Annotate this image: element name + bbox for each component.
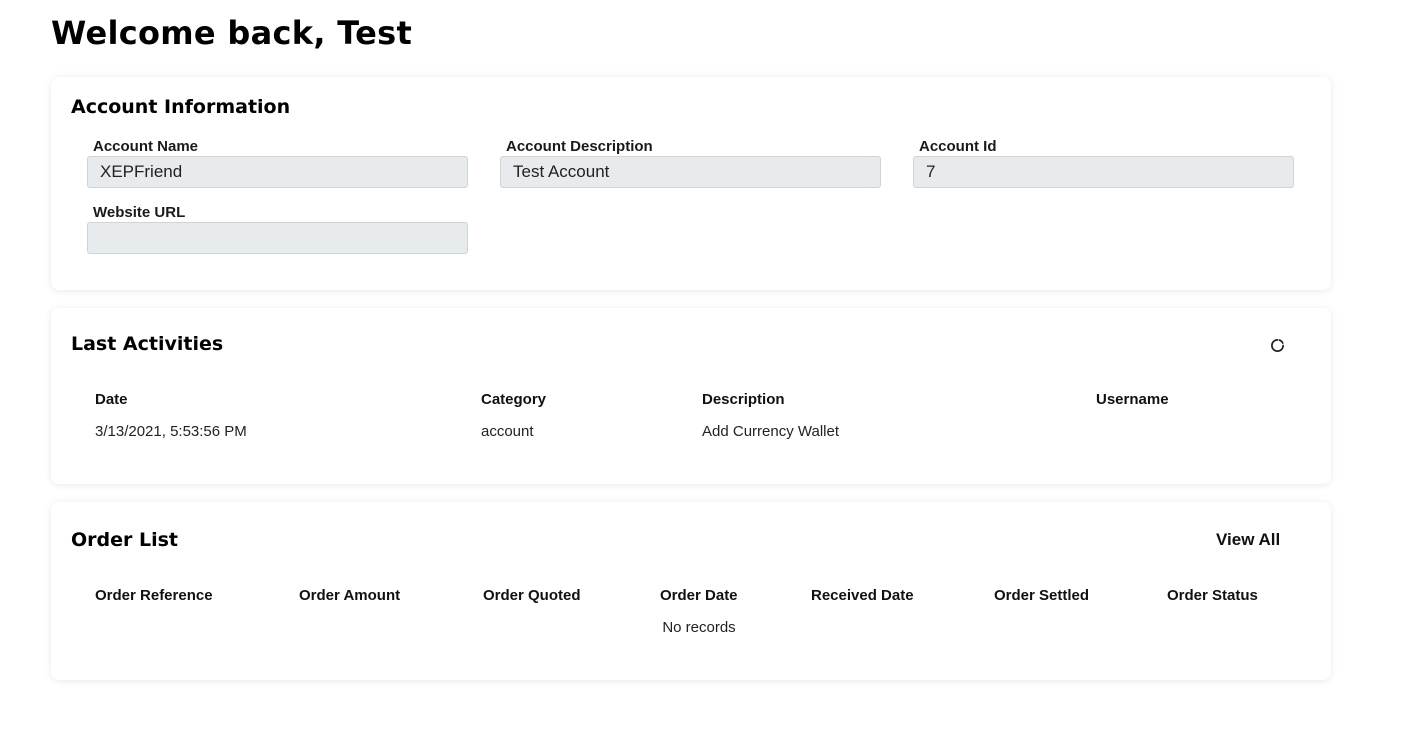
order-list-card: Order List View All Order Reference Orde… xyxy=(51,502,1331,680)
activity-category-cell: account xyxy=(481,423,534,440)
account-name-field[interactable] xyxy=(87,156,468,188)
activity-description-cell: Add Currency Wallet xyxy=(702,423,839,440)
account-description-field[interactable] xyxy=(500,156,881,188)
column-header-description: Description xyxy=(702,391,785,408)
column-header-received-date: Received Date xyxy=(811,587,914,604)
account-description-label: Account Description xyxy=(506,138,653,155)
column-header-order-status: Order Status xyxy=(1167,587,1258,604)
column-header-order-date: Order Date xyxy=(660,587,738,604)
order-list-title: Order List xyxy=(71,529,179,551)
website-url-label: Website URL xyxy=(93,204,186,221)
last-activities-title: Last Activities xyxy=(71,333,224,355)
account-information-title: Account Information xyxy=(71,96,291,118)
column-header-order-settled: Order Settled xyxy=(994,587,1090,604)
last-activities-card: Last Activities Date Category Descriptio… xyxy=(51,308,1331,484)
column-header-username: Username xyxy=(1096,391,1169,408)
column-header-order-amount: Order Amount xyxy=(299,587,401,604)
account-id-field[interactable] xyxy=(913,156,1294,188)
column-header-order-reference: Order Reference xyxy=(95,587,213,604)
welcome-heading: Welcome back, Test xyxy=(51,14,413,52)
column-header-date: Date xyxy=(95,391,128,408)
column-header-order-quoted: Order Quoted xyxy=(483,587,581,604)
dashboard-page: Welcome back, Test Account Information A… xyxy=(0,0,1418,740)
column-header-category: Category xyxy=(481,391,547,408)
empty-state-message: No records xyxy=(662,619,736,636)
view-all-link[interactable]: View All xyxy=(1216,530,1280,550)
activity-date-cell: 3/13/2021, 5:53:56 PM xyxy=(95,423,247,440)
refresh-icon[interactable] xyxy=(1270,338,1285,353)
website-url-field[interactable] xyxy=(87,222,468,254)
account-name-label: Account Name xyxy=(93,138,199,155)
account-information-card: Account Information Account Name Account… xyxy=(51,77,1331,290)
account-id-label: Account Id xyxy=(919,138,997,155)
